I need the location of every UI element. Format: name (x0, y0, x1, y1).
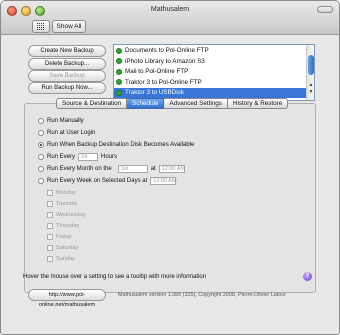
day-label: Saturday (56, 245, 79, 251)
day-checkbox-sunday[interactable]: Sunday (47, 255, 75, 263)
toolbar-toggle-button[interactable] (317, 6, 333, 13)
footer: http://www.pol-online.net/mathusalem Mat… (1, 283, 339, 308)
run-every-month-label: Run Every Month on the (47, 166, 112, 172)
radio-button[interactable] (38, 118, 44, 124)
status-ok-icon (116, 79, 122, 85)
radio-button[interactable] (38, 154, 44, 160)
run-every-week-label: Run Every Week on Selected Days at (47, 178, 148, 184)
backup-list[interactable]: Documents to Pol-Online FTP iPhoto Libra… (113, 44, 315, 101)
radio-button[interactable] (38, 130, 44, 136)
grid-view-button[interactable] (32, 20, 50, 33)
day-checkbox-monday[interactable]: Monday (47, 189, 76, 197)
title-bar: Mathusalem Show All (1, 1, 339, 35)
day-checkbox-saturday[interactable]: Saturday (47, 244, 78, 252)
status-ok-icon (116, 89, 122, 96)
checkbox[interactable] (47, 212, 53, 218)
backup-list-item[interactable]: Traktor 3 to Pol-Online FTP (114, 78, 306, 88)
radio-button[interactable] (38, 178, 44, 184)
checkbox[interactable] (47, 223, 53, 229)
help-icon[interactable]: ? (303, 272, 312, 281)
radio-button-selected[interactable] (38, 142, 44, 148)
show-all-button[interactable]: Show All (52, 20, 86, 33)
day-checkbox-friday[interactable]: Friday (47, 233, 72, 241)
backup-list-item-selected[interactable]: Traktor 3 to USBDisk (114, 88, 306, 98)
delete-backup-button[interactable]: Delete Backup... (28, 58, 106, 70)
scroll-thumb[interactable] (308, 55, 314, 75)
day-label: Wednesday (56, 212, 86, 218)
at-label: at (150, 166, 156, 172)
checkbox[interactable] (47, 190, 53, 196)
save-backup-button: Save Backup (28, 70, 106, 82)
run-every-hours-option[interactable]: Run Every 24 Hours (38, 153, 117, 161)
hours-interval-field[interactable]: 24 (78, 153, 99, 161)
run-every-month-option[interactable]: Run Every Month on the 1st at 12:00 AM (38, 165, 188, 173)
checkbox[interactable] (47, 256, 53, 262)
tab-source-destination[interactable]: Source & Destination (56, 98, 128, 109)
preference-pane: Create New Backup Delete Backup... Save … (1, 36, 339, 298)
run-backup-now-button[interactable]: Run Backup Now... (28, 82, 106, 94)
status-ok-icon (116, 58, 122, 64)
backup-name: Traktor 3 to USBDisk (125, 89, 184, 96)
tab-schedule[interactable]: Schedule (127, 98, 165, 109)
scroll-down-arrow-icon[interactable]: ▼ (308, 90, 314, 95)
run-when-disk-available-label: Run When Backup Destination Disk Becomes… (47, 142, 195, 148)
create-backup-button[interactable]: Create New Backup (28, 45, 106, 57)
run-when-disk-available-option[interactable]: Run When Backup Destination Disk Becomes… (38, 141, 194, 149)
scroll-up-arrow-icon[interactable]: ▲ (308, 83, 314, 88)
status-ok-icon (116, 47, 122, 54)
month-day-select[interactable]: 1st (117, 165, 148, 173)
run-every-week-option[interactable]: Run Every Week on Selected Days at 12:00… (38, 177, 179, 185)
backup-list-item[interactable]: Documents to Pol-Online FTP (114, 46, 306, 56)
grid-icon (37, 22, 45, 31)
run-at-login-option[interactable]: Run at User Login (38, 129, 95, 137)
day-label: Sunday (56, 256, 75, 262)
day-checkbox-tuesday[interactable]: Tuesday (47, 200, 77, 208)
run-manually-option[interactable]: Run Manually (38, 117, 84, 125)
checkbox[interactable] (47, 201, 53, 207)
day-label: Monday (56, 190, 76, 196)
day-label: Tuesday (56, 201, 78, 207)
status-ok-icon (116, 68, 122, 75)
version-text: Mathusalem version 1.0b5 (325), Copyrigh… (118, 292, 287, 298)
preferences-window: Mathusalem Show All Create New Backup De… (0, 0, 340, 335)
checkbox[interactable] (47, 234, 53, 240)
tooltip-hint-text: Hover the mouse over a setting to see a … (23, 274, 207, 280)
backup-name: Mail to Pol-Online FTP (125, 68, 189, 75)
month-time-field[interactable]: 12:00 AM (158, 165, 185, 173)
week-time-field[interactable]: 12:00 AM (150, 177, 177, 185)
tab-history-restore[interactable]: History & Restore (227, 98, 289, 109)
checkbox[interactable] (47, 245, 53, 251)
schedule-panel: Run Manually Run at User Login Run When … (24, 103, 316, 293)
run-manually-label: Run Manually (47, 118, 84, 124)
backup-list-scrollbar[interactable]: ▲ ▼ (306, 45, 314, 100)
window-title: Mathusalem (150, 6, 190, 13)
day-label: Friday (56, 234, 72, 240)
backup-list-item[interactable]: Mail to Pol-Online FTP (114, 67, 306, 77)
run-every-label: Run Every (47, 154, 76, 160)
day-checkbox-wednesday[interactable]: Wednesday (47, 211, 85, 219)
day-label: Thursday (56, 223, 80, 229)
backup-name: Documents to Pol-Online FTP (125, 47, 209, 54)
backup-list-item[interactable]: iPhoto Library to Amazon S3 (114, 57, 306, 67)
backup-name: Traktor 3 to Pol-Online FTP (125, 78, 202, 86)
day-checkbox-thursday[interactable]: Thursday (47, 222, 79, 230)
hours-unit-label: Hours (101, 154, 118, 160)
backup-name: iPhoto Library to Amazon S3 (125, 57, 205, 65)
run-at-login-label: Run at User Login (47, 130, 96, 136)
website-link-button[interactable]: http://www.pol-online.net/mathusalem (28, 289, 106, 308)
radio-button[interactable] (38, 166, 44, 172)
settings-tabs: Source & Destination Schedule Advanced S… (56, 98, 289, 109)
tab-advanced-settings[interactable]: Advanced Settings (164, 98, 228, 109)
